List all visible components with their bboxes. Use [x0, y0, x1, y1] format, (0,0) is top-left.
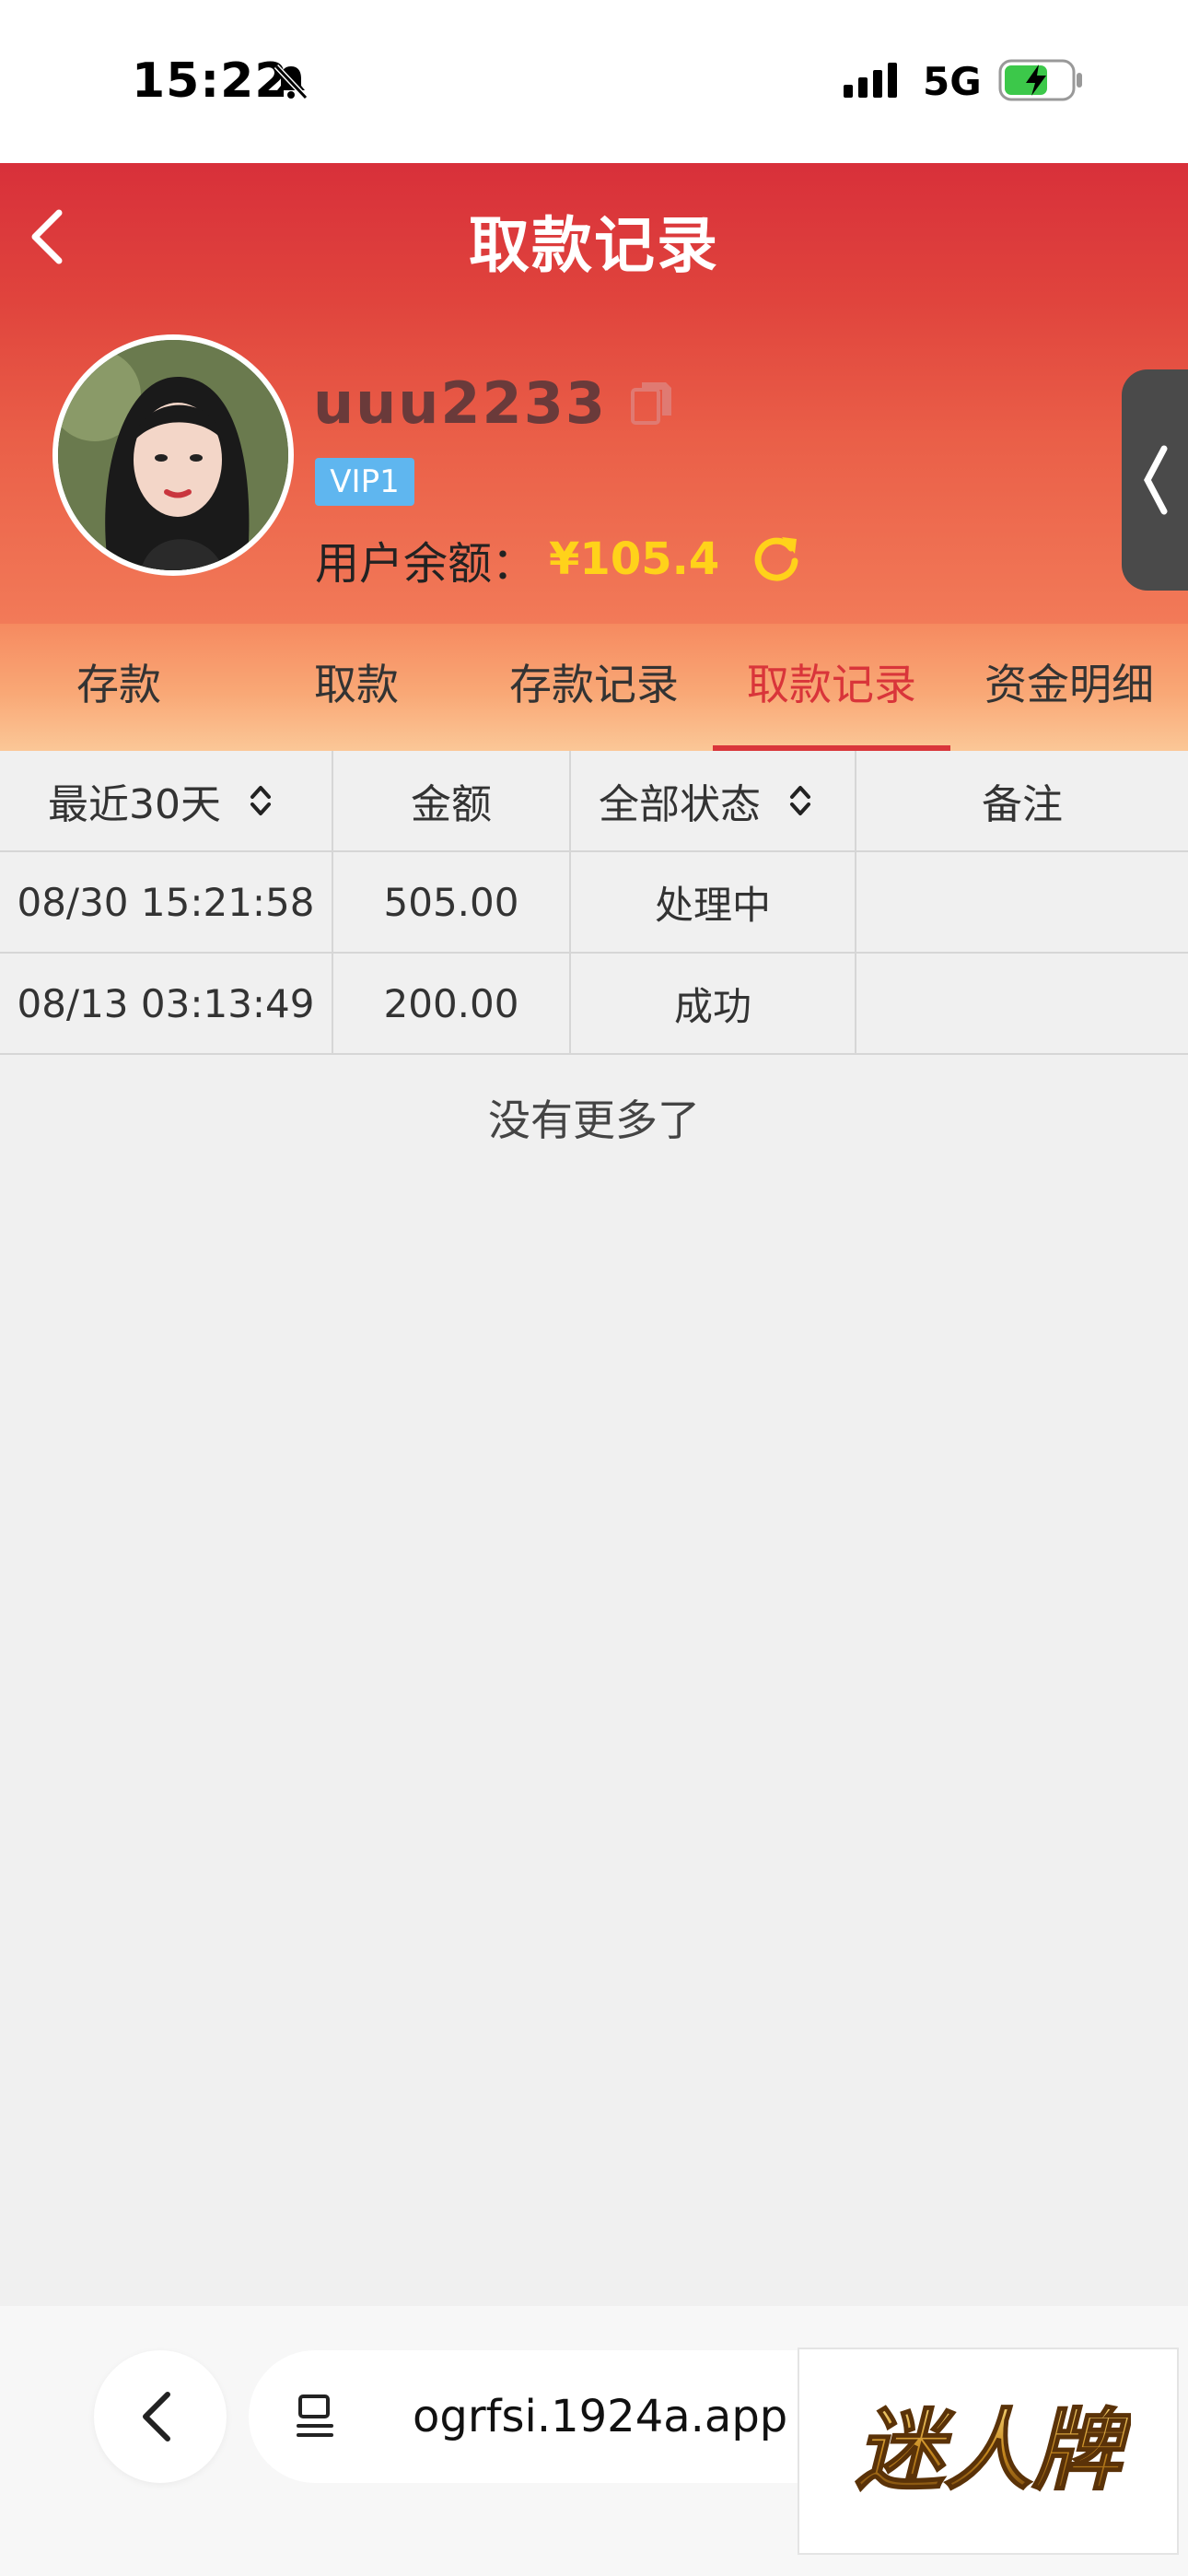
page-title: 取款记录 [469, 210, 719, 281]
copy-icon[interactable] [629, 379, 675, 427]
username: uuu2233 [313, 369, 607, 437]
date-filter-label: 最近30天 [48, 781, 221, 828]
tab-bar: 存款 取款 存款记录 取款记录 资金明细 [0, 624, 1188, 751]
chevron-left-icon [143, 2392, 170, 2441]
svg-text:迷人牌: 迷人牌 [856, 2399, 1131, 2502]
cell-time: 08/13 03:13:49 [0, 954, 333, 1053]
table-row: 08/13 03:13:49 200.00 成功 [0, 954, 1188, 1055]
column-remark: 备注 [982, 781, 1063, 828]
chevron-left-icon [1144, 445, 1168, 515]
date-filter[interactable]: 最近30天 [0, 751, 333, 850]
browser-toolbar: ogrfsi.1924a.app 迷人牌 [0, 2306, 1188, 2576]
brand-logo-image: 迷人牌 [855, 2398, 1131, 2503]
status-time: 15:22 [132, 53, 289, 109]
tab-withdraw-records[interactable]: 取款记录 [713, 624, 950, 751]
side-drawer-handle[interactable] [1122, 369, 1188, 591]
refresh-icon[interactable] [751, 533, 802, 585]
table-header-row: 最近30天 金额 全部状态 备注 [0, 751, 1188, 852]
vip-badge: VIP1 [315, 458, 414, 506]
cell-time: 08/30 15:21:58 [0, 852, 333, 952]
balance-label: 用户余额： [315, 538, 537, 590]
balance-value: ¥105.4 [549, 533, 720, 585]
bell-slash-icon [274, 64, 309, 100]
url-text: ogrfsi.1924a.app [413, 2391, 788, 2442]
sort-arrows-icon [790, 786, 810, 815]
network-label: 5G [923, 59, 982, 104]
cell-status: 成功 [571, 954, 856, 1053]
username-row: uuu2233 [313, 366, 675, 439]
cell-status: 处理中 [571, 852, 856, 952]
page-menu-icon[interactable] [295, 2393, 341, 2441]
cell-amount: 200.00 [333, 954, 571, 1053]
avatar [52, 334, 294, 576]
status-bar: 15:22 5G [0, 0, 1188, 163]
cell-remark [856, 954, 1188, 1053]
balance-row: 用户余额： ¥105.4 [315, 527, 802, 591]
end-of-list-text: 没有更多了 [488, 1095, 700, 1145]
profile-header: 取款记录 uuu2233 VIP1 用户余额： ¥105.4 [0, 163, 1188, 624]
brand-logo: 迷人牌 [798, 2348, 1179, 2555]
battery-charging-icon [998, 59, 1082, 101]
signal-icon [844, 63, 897, 98]
column-amount: 金额 [333, 751, 571, 850]
status-filter[interactable]: 全部状态 [571, 751, 856, 850]
tab-fund-details[interactable]: 资金明细 [950, 624, 1188, 751]
tab-deposit[interactable]: 存款 [0, 624, 238, 751]
table-row: 08/30 15:21:58 505.00 处理中 [0, 852, 1188, 954]
browser-back-button[interactable] [94, 2350, 227, 2483]
sort-arrows-icon [250, 786, 271, 815]
tab-deposit-records[interactable]: 存款记录 [475, 624, 713, 751]
cell-remark [856, 852, 1188, 952]
status-filter-label: 全部状态 [599, 781, 761, 828]
records-table: 最近30天 金额 全部状态 备注 08/30 15:21:58 505.00 处… [0, 751, 1188, 1055]
tab-withdraw[interactable]: 取款 [238, 624, 475, 751]
cell-amount: 505.00 [333, 852, 571, 952]
